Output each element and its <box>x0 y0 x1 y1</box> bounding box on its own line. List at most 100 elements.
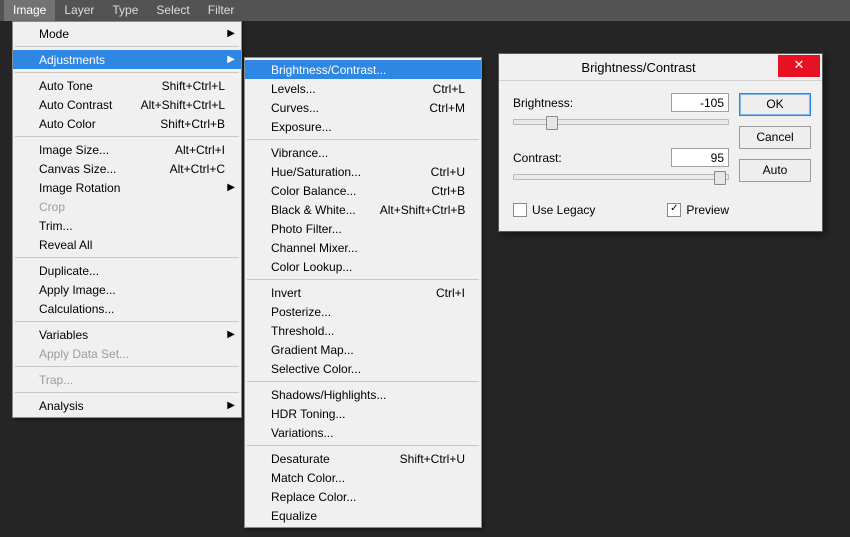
menu-item[interactable]: Selective Color... <box>245 359 481 378</box>
brightness-group: Brightness: <box>513 93 729 128</box>
menu-item[interactable]: HDR Toning... <box>245 404 481 423</box>
menu-item[interactable]: Posterize... <box>245 302 481 321</box>
menu-filter[interactable]: Filter <box>199 0 244 21</box>
chevron-right-icon: ▶ <box>227 182 235 193</box>
dialog-title: Brightness/Contrast <box>499 60 778 75</box>
checkbox-icon: ✓ <box>667 203 681 217</box>
menu-item[interactable]: Auto Color Shift+Ctrl+B <box>13 114 241 133</box>
menu-item-label: Desaturate <box>271 452 330 466</box>
menu-item[interactable]: Color Balance...Ctrl+B <box>245 181 481 200</box>
menu-item: Trap... <box>13 370 241 389</box>
menu-item[interactable]: Shadows/Highlights... <box>245 385 481 404</box>
menu-item[interactable]: Trim... <box>13 216 241 235</box>
menu-item[interactable]: Image Rotation▶ <box>13 178 241 197</box>
menu-item-label: Photo Filter... <box>271 222 342 236</box>
menu-item-label: Channel Mixer... <box>271 241 358 255</box>
contrast-slider[interactable] <box>513 171 729 183</box>
menu-item-shortcut: Shift+Ctrl+U <box>376 452 465 466</box>
chevron-right-icon: ▶ <box>227 400 235 411</box>
menu-item[interactable]: Gradient Map... <box>245 340 481 359</box>
menu-item[interactable]: Mode▶ <box>13 24 241 43</box>
menu-item[interactable]: Calculations... <box>13 299 241 318</box>
close-button[interactable]: ✕ <box>778 55 820 77</box>
menu-item[interactable]: Variables▶ <box>13 325 241 344</box>
menu-item-label: Black & White... <box>271 203 356 217</box>
menu-item[interactable]: Auto ContrastAlt+Shift+Ctrl+L <box>13 95 241 114</box>
menu-item: Crop <box>13 197 241 216</box>
menu-item[interactable]: Threshold... <box>245 321 481 340</box>
menu-item[interactable]: Photo Filter... <box>245 219 481 238</box>
chevron-right-icon: ▶ <box>227 329 235 340</box>
menu-item[interactable]: Exposure... <box>245 117 481 136</box>
menu-item-label: Replace Color... <box>271 490 356 504</box>
menu-type[interactable]: Type <box>103 0 147 21</box>
preview-checkbox[interactable]: ✓ Preview <box>667 203 729 217</box>
menu-item[interactable]: Duplicate... <box>13 261 241 280</box>
use-legacy-checkbox[interactable]: Use Legacy <box>513 203 595 217</box>
contrast-input[interactable] <box>671 148 729 167</box>
menu-item[interactable]: Reveal All <box>13 235 241 254</box>
cancel-button[interactable]: Cancel <box>739 126 811 149</box>
menu-item[interactable]: Hue/Saturation... Ctrl+U <box>245 162 481 181</box>
menu-item-label: Image Size... <box>39 143 109 157</box>
contrast-slider-thumb[interactable] <box>714 171 726 185</box>
adjustments-submenu: Brightness/Contrast... Levels...Ctrl+LCur… <box>244 57 482 528</box>
menu-item-label: Match Color... <box>271 471 345 485</box>
menu-item-label: Selective Color... <box>271 362 361 376</box>
auto-button[interactable]: Auto <box>739 159 811 182</box>
menu-item[interactable]: Curves...Ctrl+M <box>245 98 481 117</box>
menu-item-label: Auto Contrast <box>39 98 112 112</box>
menu-item-shortcut: Ctrl+U <box>407 165 465 179</box>
menu-item-shortcut: Shift+Ctrl+B <box>136 117 225 131</box>
menu-item-label: Canvas Size... <box>39 162 116 176</box>
menu-item[interactable]: Color Lookup... <box>245 257 481 276</box>
menu-item[interactable]: Image Size...Alt+Ctrl+I <box>13 140 241 159</box>
menu-item: Apply Data Set... <box>13 344 241 363</box>
menu-item-label: Invert <box>271 286 301 300</box>
ok-button[interactable]: OK <box>739 93 811 116</box>
brightness-contrast-dialog: Brightness/Contrast ✕ Brightness: Contra… <box>498 53 823 232</box>
brightness-slider[interactable] <box>513 116 729 128</box>
menu-image[interactable]: Image <box>4 0 55 21</box>
menu-item[interactable]: Replace Color... <box>245 487 481 506</box>
dialog-titlebar: Brightness/Contrast ✕ <box>499 54 822 81</box>
menu-item-shortcut: Alt+Shift+Ctrl+B <box>356 203 466 217</box>
menu-item[interactable]: Channel Mixer... <box>245 238 481 257</box>
menu-item-label: HDR Toning... <box>271 407 345 421</box>
menu-item[interactable]: Match Color... <box>245 468 481 487</box>
menu-item-label: Reveal All <box>39 238 92 252</box>
menu-item[interactable]: Apply Image... <box>13 280 241 299</box>
menu-item[interactable]: InvertCtrl+I <box>245 283 481 302</box>
menu-item-label: Adjustments <box>39 53 105 67</box>
menu-item-label: Exposure... <box>271 120 332 134</box>
image-menu-dropdown: Mode▶Adjustments▶Auto ToneShift+Ctrl+LAu… <box>12 21 242 418</box>
menu-item[interactable]: Brightness/Contrast... <box>245 60 481 79</box>
menu-item-label: Color Lookup... <box>271 260 352 274</box>
dialog-buttons: OK Cancel Auto <box>739 93 811 217</box>
brightness-input[interactable] <box>671 93 729 112</box>
menu-item-label: Brightness/Contrast... <box>271 63 386 77</box>
menu-item-label: Duplicate... <box>39 264 99 278</box>
menu-layer[interactable]: Layer <box>55 0 103 21</box>
brightness-label: Brightness: <box>513 96 671 110</box>
menu-item-label: Hue/Saturation... <box>271 165 361 179</box>
menu-item[interactable]: Equalize <box>245 506 481 525</box>
menu-item-label: Color Balance... <box>271 184 356 198</box>
menu-item[interactable]: Desaturate Shift+Ctrl+U <box>245 449 481 468</box>
menu-item-label: Auto Color <box>39 117 96 131</box>
menu-item-label: Equalize <box>271 509 317 523</box>
menu-item[interactable]: Levels...Ctrl+L <box>245 79 481 98</box>
chevron-right-icon: ▶ <box>227 28 235 39</box>
menu-item[interactable]: Canvas Size...Alt+Ctrl+C <box>13 159 241 178</box>
menu-item-label: Shadows/Highlights... <box>271 388 386 402</box>
menu-item-label: Crop <box>39 200 65 214</box>
menu-item-label: Analysis <box>39 399 84 413</box>
menu-item[interactable]: Vibrance... <box>245 143 481 162</box>
menu-item[interactable]: Analysis ▶ <box>13 396 241 415</box>
brightness-slider-thumb[interactable] <box>546 116 558 130</box>
menu-item[interactable]: Variations... <box>245 423 481 442</box>
menu-select[interactable]: Select <box>147 0 198 21</box>
menu-item[interactable]: Auto ToneShift+Ctrl+L <box>13 76 241 95</box>
menu-item[interactable]: Black & White...Alt+Shift+Ctrl+B <box>245 200 481 219</box>
menu-item[interactable]: Adjustments▶ <box>13 50 241 69</box>
